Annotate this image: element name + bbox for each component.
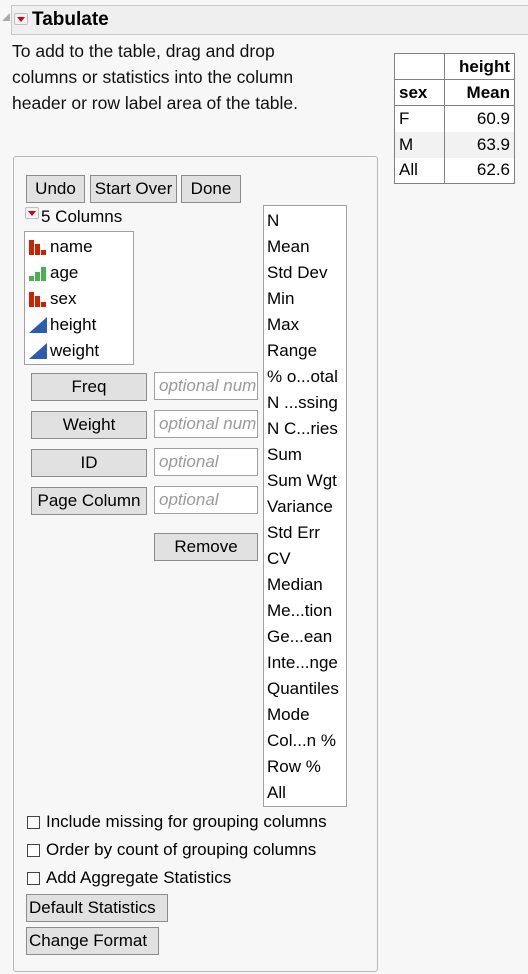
freq-button[interactable]: Freq xyxy=(31,373,147,401)
default-statistics-button[interactable]: Default Statistics xyxy=(26,894,168,922)
row-label: F xyxy=(394,105,445,132)
page-column-field[interactable]: optional xyxy=(154,486,258,514)
row-label: M xyxy=(394,131,445,158)
table-row: M 63.9 xyxy=(394,131,515,158)
statistic-item[interactable]: Row % xyxy=(264,754,346,780)
statistic-item[interactable]: Median xyxy=(264,572,346,598)
add-aggregate-option[interactable]: Add Aggregate Statistics xyxy=(27,868,231,888)
page-column-button[interactable]: Page Column xyxy=(31,487,147,515)
change-format-button[interactable]: Change Format xyxy=(26,927,159,955)
statistic-header[interactable]: Mean xyxy=(444,79,515,106)
statistic-item[interactable]: Std Err xyxy=(264,520,346,546)
page-title: Tabulate xyxy=(32,9,109,30)
columns-list[interactable]: name age sex height weight xyxy=(24,231,134,365)
cell-value: 60.9 xyxy=(444,105,515,132)
remove-button[interactable]: Remove xyxy=(154,533,258,561)
cell-value: 62.6 xyxy=(444,157,515,184)
statistic-item[interactable]: All xyxy=(264,780,346,806)
statistic-item[interactable]: Sum Wgt xyxy=(264,468,346,494)
add-aggregate-checkbox[interactable] xyxy=(27,871,40,885)
statistic-item[interactable]: % o...otal xyxy=(264,364,346,390)
column-item-height[interactable]: height xyxy=(25,312,133,338)
continuous-icon xyxy=(29,343,47,359)
statistic-item[interactable]: Range xyxy=(264,338,346,364)
statistic-item[interactable]: N ...ssing xyxy=(264,390,346,416)
weight-field[interactable]: optional numeric xyxy=(154,410,258,438)
statistic-item[interactable]: Quantiles xyxy=(264,676,346,702)
row-label: All xyxy=(394,157,445,184)
include-missing-option[interactable]: Include missing for grouping columns xyxy=(27,812,327,832)
freq-field[interactable]: optional numeric xyxy=(154,372,258,400)
statistic-item[interactable]: Mean xyxy=(264,234,346,260)
statistic-item[interactable]: Me...tion xyxy=(264,598,346,624)
continuous-icon xyxy=(29,317,47,333)
column-item-age[interactable]: age xyxy=(25,260,133,286)
cell-value: 63.9 xyxy=(444,131,515,158)
statistic-item[interactable]: CV xyxy=(264,546,346,572)
include-missing-checkbox[interactable] xyxy=(27,815,40,829)
statistic-item[interactable]: Max xyxy=(264,312,346,338)
id-button[interactable]: ID xyxy=(31,449,147,477)
table-row: All 62.6 xyxy=(394,157,515,184)
column-item-weight[interactable]: weight xyxy=(25,338,133,364)
columns-header: 5 Columns xyxy=(41,207,123,226)
column-item-sex[interactable]: sex xyxy=(25,286,133,312)
start-over-button[interactable]: Start Over xyxy=(90,175,177,203)
statistic-item[interactable]: Std Dev xyxy=(264,260,346,286)
id-field[interactable]: optional xyxy=(154,448,258,476)
statistics-list[interactable]: N Mean Std Dev Min Max Range% o...otal N ...ss… xyxy=(263,205,347,807)
nominal-icon xyxy=(29,240,46,255)
statistic-item[interactable]: N xyxy=(264,208,346,234)
weight-button[interactable]: Weight xyxy=(31,411,147,439)
row-header[interactable]: sex xyxy=(394,79,445,106)
statistic-item[interactable]: Sum xyxy=(264,442,346,468)
undo-button[interactable]: Undo xyxy=(26,175,85,203)
statistic-item[interactable]: Col...n % xyxy=(264,728,346,754)
table-corner-cell[interactable] xyxy=(394,53,445,80)
instructions-text: To add to the table, drag and drop colum… xyxy=(12,41,299,113)
done-button[interactable]: Done xyxy=(181,175,241,203)
statistic-item[interactable]: Mode xyxy=(264,702,346,728)
outline-disclosure-icon[interactable] xyxy=(2,13,10,21)
results-table[interactable]: height sex Mean F 60.9 M 63.9 All 62.6 xyxy=(394,53,515,184)
statistic-item[interactable]: Ge...ean xyxy=(264,624,346,650)
statistic-item[interactable]: N C...ries xyxy=(264,416,346,442)
order-by-count-option[interactable]: Order by count of grouping columns xyxy=(27,840,316,860)
ordinal-icon xyxy=(29,267,46,281)
red-triangle-menu-icon[interactable] xyxy=(14,13,28,25)
columns-menu-icon[interactable] xyxy=(25,207,39,219)
order-by-count-checkbox[interactable] xyxy=(27,843,40,857)
table-row: F 60.9 xyxy=(394,105,515,132)
statistic-item[interactable]: Min xyxy=(264,286,346,312)
column-item-name[interactable]: name xyxy=(25,234,133,260)
statistic-item[interactable]: Variance xyxy=(264,494,346,520)
column-group-header[interactable]: height xyxy=(444,53,515,80)
statistic-item[interactable]: Inte...nge xyxy=(264,650,346,676)
nominal-icon xyxy=(29,292,46,307)
